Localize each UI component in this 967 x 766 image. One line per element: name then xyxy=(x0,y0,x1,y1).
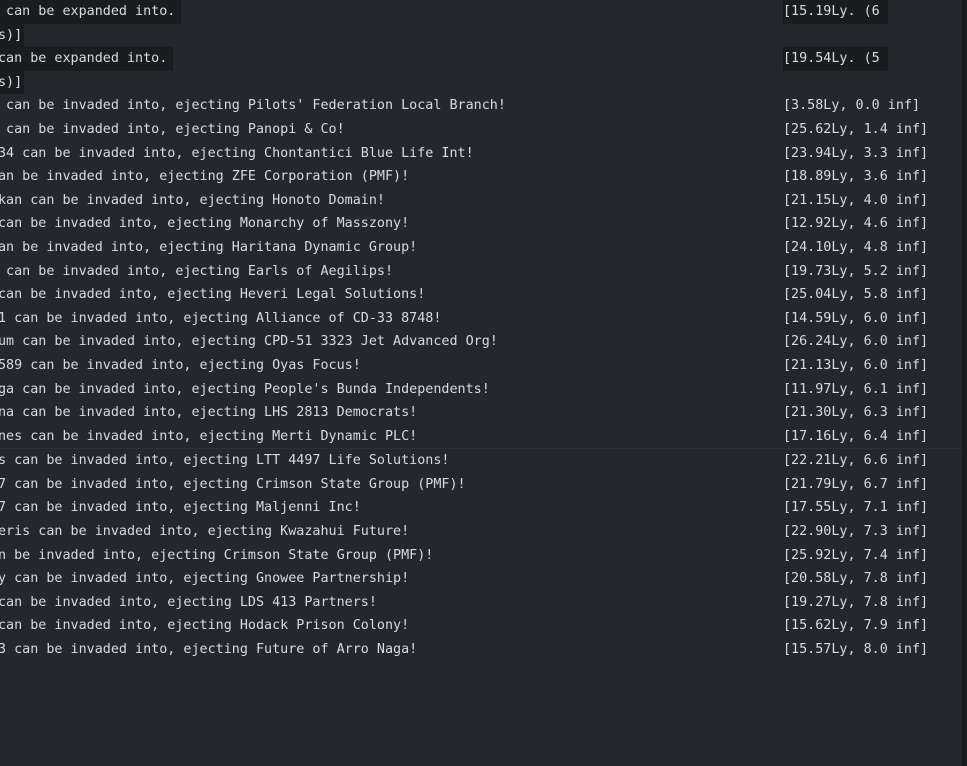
console-line-text: eris can be invaded into, ejecting Kwaza… xyxy=(0,524,410,540)
console-line-distance: [12.92Ly, 4.6 inf] xyxy=(783,216,929,232)
console-line: 34 can be invaded into, ejecting Chontan… xyxy=(0,142,962,166)
console-line-text: can be invaded into, ejecting Earls of A… xyxy=(0,263,394,279)
console-line-text: 1 can be invaded into, ejecting Alliance… xyxy=(0,310,442,326)
console-line-text: an be invaded into, ejecting ZFE Corpora… xyxy=(0,169,410,185)
console-line-text: an be invaded into, ejecting Haritana Dy… xyxy=(0,239,418,255)
console-line-text: can be expanded into. xyxy=(0,0,182,24)
console-line: an be invaded into, ejecting ZFE Corpora… xyxy=(0,165,962,189)
console-line: eris can be invaded into, ejecting Kwaza… xyxy=(0,520,962,544)
console-line-text: na can be invaded into, ejecting LHS 281… xyxy=(0,405,418,421)
console-line-text: 589 can be invaded into, ejecting Oyas F… xyxy=(0,357,361,373)
console-line-text: ga can be invaded into, ejecting People'… xyxy=(0,381,490,397)
console-line-distance: [15.57Ly, 8.0 inf] xyxy=(783,642,929,658)
console-line: 3 can be invaded into, ejecting Future o… xyxy=(0,638,962,662)
console-line-distance: [15.62Ly, 7.9 inf] xyxy=(783,618,929,634)
console-line: s can be invaded into, ejecting LTT 4497… xyxy=(0,449,962,473)
console-line-distance: [25.04Ly, 5.8 inf] xyxy=(783,287,929,303)
console-line-distance: [21.15Ly, 4.0 inf] xyxy=(783,192,929,208)
console-line: can be invaded into, ejecting LDS 413 Pa… xyxy=(0,591,962,615)
console-line-text: 7 can be invaded into, ejecting Crimson … xyxy=(0,476,466,492)
console-line-text: um can be invaded into, ejecting CPD-51 … xyxy=(0,334,498,350)
console-line-text: nes can be invaded into, ejecting Merti … xyxy=(0,428,418,444)
console-line-distance: [18.89Ly, 3.6 inf] xyxy=(783,169,929,185)
console-output[interactable]: can be expanded into. [15.19Ly. (6 s)] can … xyxy=(0,0,962,766)
console-line-text: can be invaded into, ejecting Hodack Pri… xyxy=(0,618,410,634)
console-line: can be expanded into. [19.54Ly. (5 xyxy=(0,47,962,71)
console-line-distance: [21.30Ly, 6.3 inf] xyxy=(783,405,929,421)
console-line: nes can be invaded into, ejecting Merti … xyxy=(0,425,962,449)
console-line-distance: [21.13Ly, 6.0 inf] xyxy=(783,357,929,373)
console-line-text: 3 can be invaded into, ejecting Future o… xyxy=(0,642,418,658)
console-line-distance: [25.62Ly, 1.4 inf] xyxy=(783,121,929,137)
console-line: can be invaded into, ejecting Panopi & C… xyxy=(0,118,962,142)
console-line-distance: [20.58Ly, 7.8 inf] xyxy=(783,571,929,587)
console-line: ga can be invaded into, ejecting People'… xyxy=(0,378,962,402)
console-line: an be invaded into, ejecting Haritana Dy… xyxy=(0,236,962,260)
console-line-distance: [22.21Ly, 6.6 inf] xyxy=(783,453,929,469)
console-line-text: can be invaded into, ejecting Monarchy o… xyxy=(0,216,410,232)
console-line-text: s)] xyxy=(0,23,25,48)
console-line-distance: [11.97Ly, 6.1 inf] xyxy=(783,381,929,397)
console-line-distance: [21.79Ly, 6.7 inf] xyxy=(783,476,929,492)
console-line-distance: [23.94Ly, 3.3 inf] xyxy=(783,145,929,161)
console-line-distance: [26.24Ly, 6.0 inf] xyxy=(783,334,929,350)
console-line: can be invaded into, ejecting Monarchy o… xyxy=(0,212,962,236)
console-line: 589 can be invaded into, ejecting Oyas F… xyxy=(0,354,962,378)
console-line: na can be invaded into, ejecting LHS 281… xyxy=(0,401,962,425)
console-line: 7 can be invaded into, ejecting Crimson … xyxy=(0,473,962,497)
console-line-distance: [19.27Ly, 7.8 inf] xyxy=(783,594,929,610)
console-line-distance: [22.90Ly, 7.3 inf] xyxy=(783,524,929,540)
console-line-text: can be invaded into, ejecting LDS 413 Pa… xyxy=(0,594,377,610)
console-line-distance: [19.54Ly. (5 xyxy=(783,47,888,71)
console-line: kan can be invaded into, ejecting Honoto… xyxy=(0,189,962,213)
console-line-text: 7 can be invaded into, ejecting Maljenni… xyxy=(0,500,361,516)
console-line-distance: [14.59Ly, 6.0 inf] xyxy=(783,310,929,326)
console-line-distance: [15.19Ly. (6 xyxy=(783,0,888,24)
scrollbar-track[interactable] xyxy=(962,0,967,766)
console-line-text: can be invaded into, ejecting Pilots' Fe… xyxy=(0,98,506,114)
console-lines: can be expanded into. [15.19Ly. (6 s)] can … xyxy=(0,0,962,662)
console-line: s)] xyxy=(0,23,962,48)
console-line-text: n be invaded into, ejecting Crimson Stat… xyxy=(0,547,434,563)
console-line-text: can be invaded into, ejecting Panopi & C… xyxy=(0,121,345,137)
console-line: 7 can be invaded into, ejecting Maljenni… xyxy=(0,496,962,520)
console-line: n be invaded into, ejecting Crimson Stat… xyxy=(0,544,962,568)
console-line-distance: [19.73Ly, 5.2 inf] xyxy=(783,263,929,279)
console-line: can be expanded into. [15.19Ly. (6 xyxy=(0,0,962,24)
console-line-text: s can be invaded into, ejecting LTT 4497… xyxy=(0,453,450,469)
console-line: s)] xyxy=(0,70,962,95)
console-line: y can be invaded into, ejecting Gnowee P… xyxy=(0,567,962,591)
console-line: um can be invaded into, ejecting CPD-51 … xyxy=(0,330,962,354)
console-line-distance: [25.92Ly, 7.4 inf] xyxy=(783,547,929,563)
console-line: can be invaded into, ejecting Earls of A… xyxy=(0,260,962,284)
console-line: can be invaded into, ejecting Pilots' Fe… xyxy=(0,94,962,118)
console-line: can be invaded into, ejecting Heveri Leg… xyxy=(0,283,962,307)
console-line-text: 34 can be invaded into, ejecting Chontan… xyxy=(0,145,474,161)
console-line: can be invaded into, ejecting Hodack Pri… xyxy=(0,614,962,638)
console-line-text: s)] xyxy=(0,70,25,95)
console-line: 1 can be invaded into, ejecting Alliance… xyxy=(0,307,962,331)
console-line-text: can be invaded into, ejecting Heveri Leg… xyxy=(0,287,426,303)
console-line-distance: [17.16Ly, 6.4 inf] xyxy=(783,428,929,444)
console-line-text: can be expanded into. xyxy=(0,47,174,71)
console-line-distance: [17.55Ly, 7.1 inf] xyxy=(783,500,929,516)
console-line-text: kan can be invaded into, ejecting Honoto… xyxy=(0,192,385,208)
console-line-distance: [24.10Ly, 4.8 inf] xyxy=(783,239,929,255)
console-line-distance: [3.58Ly, 0.0 inf] xyxy=(783,98,921,114)
console-line-text: y can be invaded into, ejecting Gnowee P… xyxy=(0,571,410,587)
